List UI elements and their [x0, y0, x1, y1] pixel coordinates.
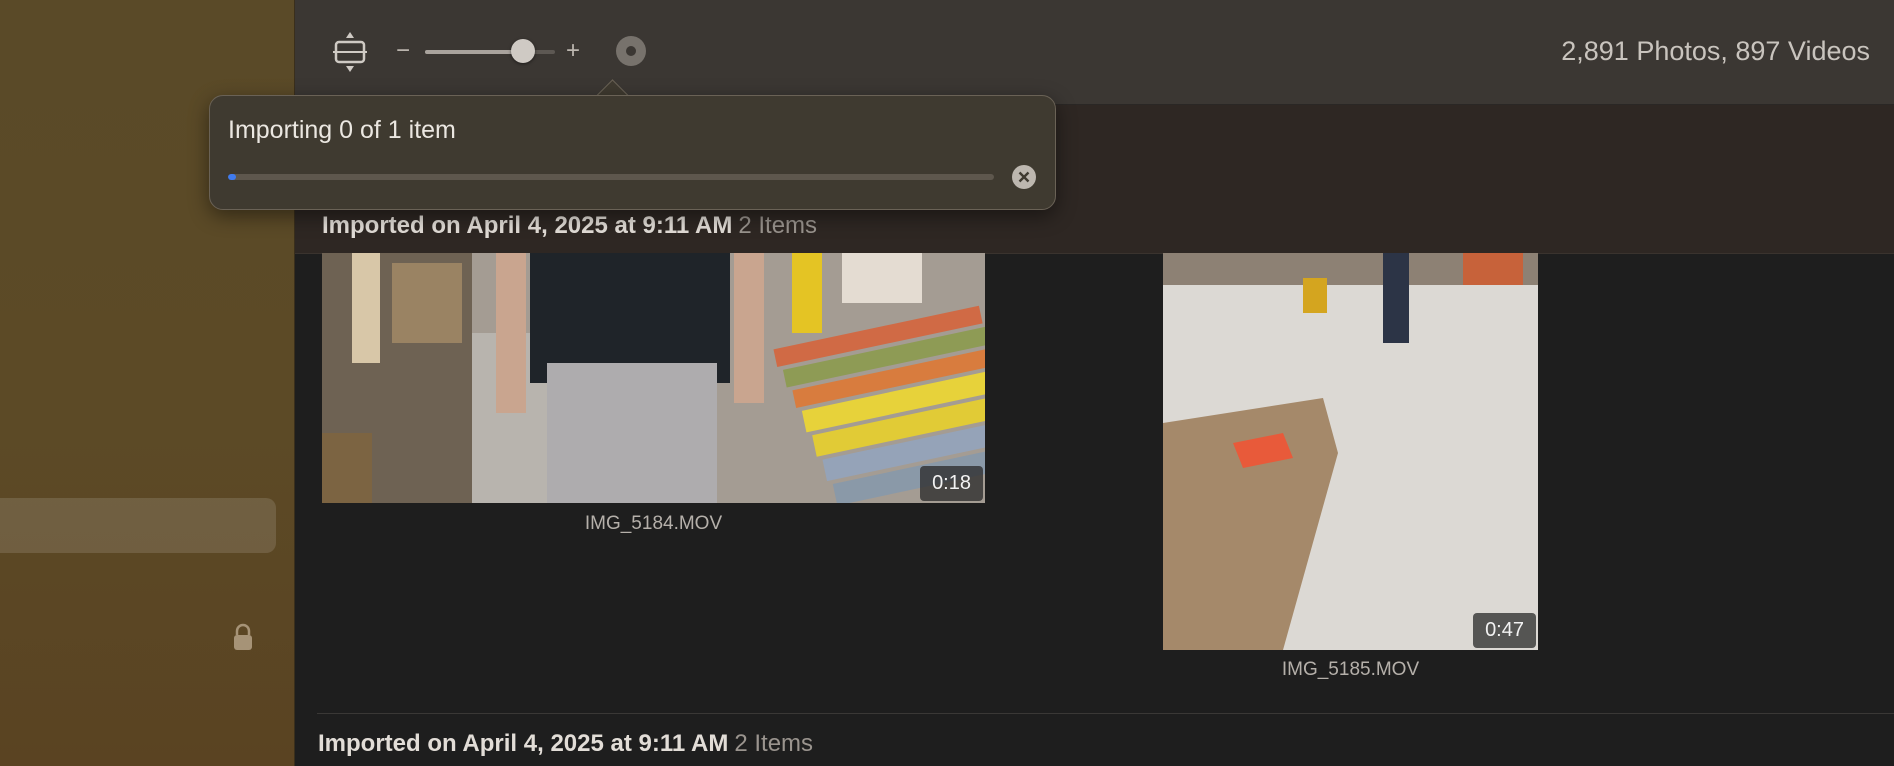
layout-toggle-icon[interactable] [333, 30, 367, 74]
video-duration: 0:47 [1473, 613, 1536, 648]
filename-label: IMG_5185.MOV [1281, 659, 1420, 680]
zoom-slider-fill [425, 50, 523, 54]
video-frame-image [1163, 253, 1538, 650]
zoom-slider[interactable] [425, 50, 555, 54]
sidebar-item-selected[interactable] [0, 498, 276, 553]
import-progress-popover: Importing 0 of 1 item [209, 95, 1056, 210]
video-thumbnail[interactable]: 0:18 [322, 253, 985, 503]
zoom-slider-knob[interactable] [510, 39, 535, 63]
video-frame-image [322, 253, 985, 503]
video-duration: 0:18 [920, 466, 983, 501]
import-progress-bar [228, 174, 994, 180]
import-status-icon[interactable] [615, 35, 647, 67]
lock-icon[interactable] [232, 623, 254, 651]
zoom-in-button[interactable]: + [566, 36, 580, 66]
section-divider [317, 713, 1894, 714]
section-title: Imported on April 4, 2025 at 9:11 AM 2 It… [322, 212, 818, 239]
video-thumbnail[interactable]: 0:47 [1163, 253, 1538, 650]
library-counts: 2,891 Photos, 897 Videos [1561, 36, 1870, 66]
cancel-icon[interactable] [1011, 164, 1037, 190]
import-status-text: Importing 0 of 1 item [228, 116, 456, 144]
import-progress-fill [228, 174, 236, 180]
zoom-out-button[interactable]: − [396, 36, 410, 66]
filename-label: IMG_5184.MOV [584, 513, 723, 534]
section-title: Imported on April 4, 2025 at 9:11 AM 2 It… [318, 730, 814, 757]
